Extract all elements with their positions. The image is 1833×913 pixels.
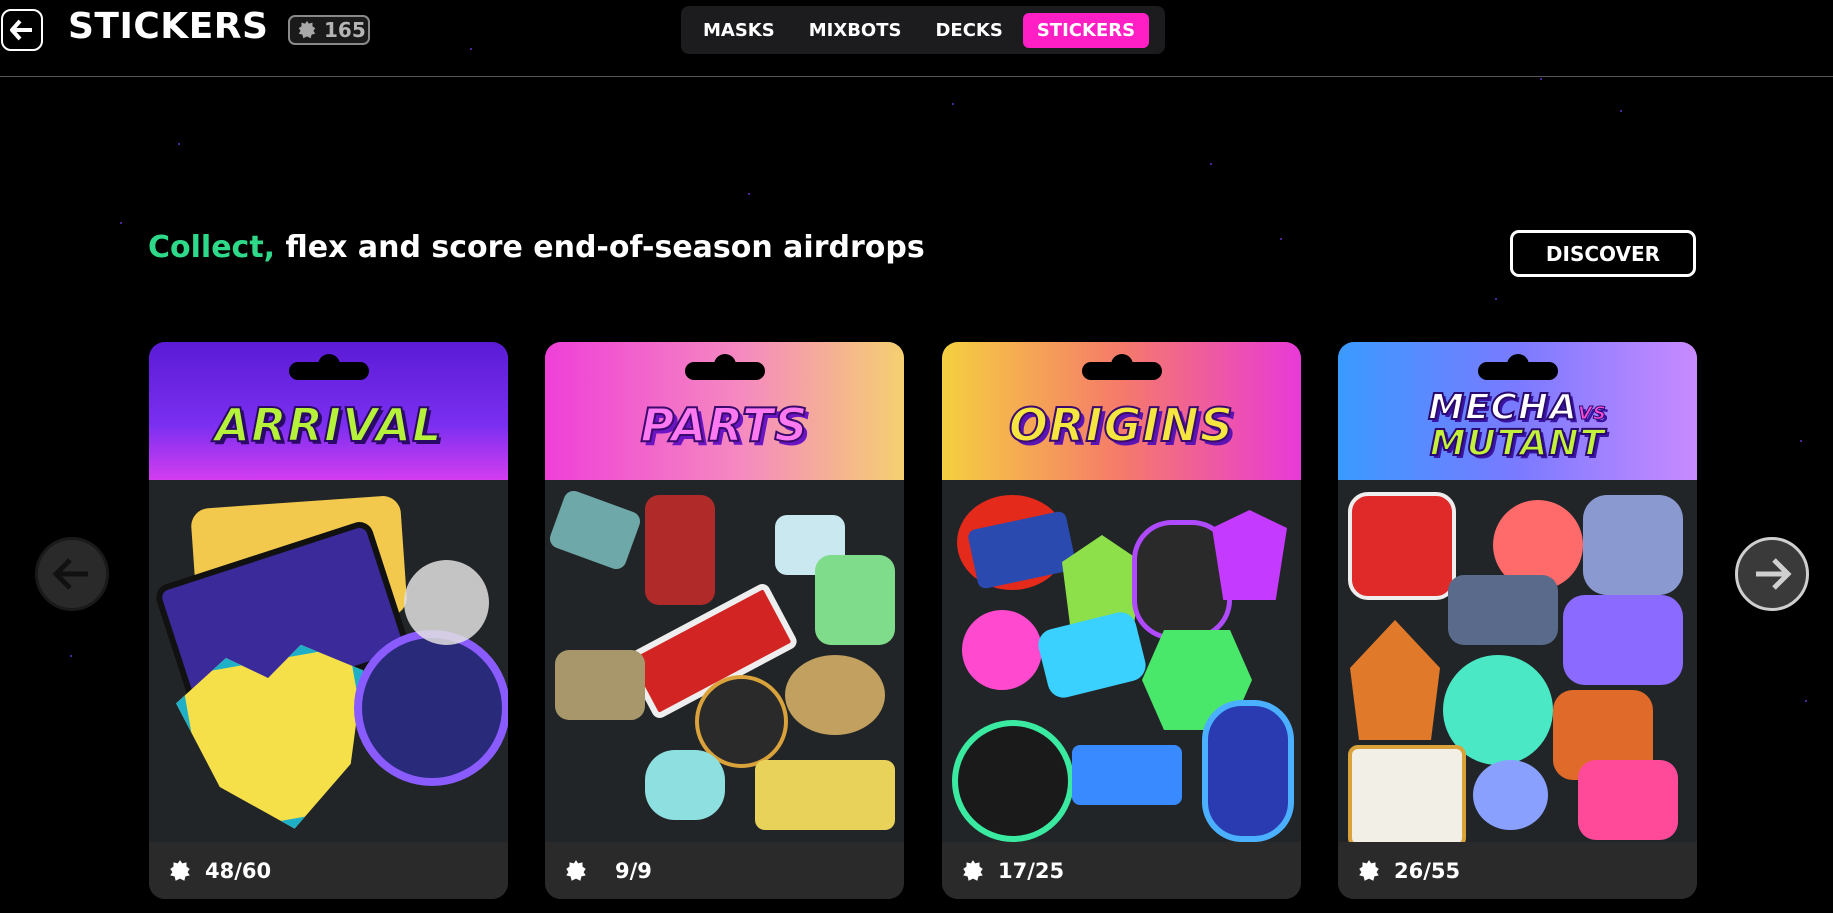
pack-artwork <box>1338 480 1697 842</box>
tab-stickers[interactable]: STICKERS <box>1022 12 1150 48</box>
pack-artwork <box>149 480 508 842</box>
headline-accent: Collect, <box>148 230 276 265</box>
hang-hole <box>684 362 765 380</box>
pack-title: ARRIVAL <box>214 398 443 452</box>
pack-footer: 48/60 <box>149 842 508 899</box>
hang-hole <box>1477 362 1558 380</box>
pack-title: ORIGINS <box>1008 398 1235 452</box>
hang-hole <box>288 362 369 380</box>
pack-count: 48/60 <box>205 858 272 883</box>
pack-card-mecha-vs-mutant[interactable]: MECHAVS MUTANT 26/55 <box>1338 342 1697 899</box>
pack-header: PARTS <box>545 342 904 480</box>
pack-card-parts[interactable]: PARTS 9/9 <box>545 342 904 899</box>
tab-decks[interactable]: DECKS <box>921 13 1016 48</box>
category-tabs: MASKS MIXBOTS DECKS STICKERS <box>681 6 1165 54</box>
pack-title-vs: VS <box>1577 403 1607 424</box>
tab-mixbots[interactable]: MIXBOTS <box>795 13 916 48</box>
pack-count: 17/25 <box>998 858 1065 883</box>
page-title: STICKERS <box>68 6 269 47</box>
pack-footer: 26/55 <box>1338 842 1697 899</box>
next-button[interactable] <box>1735 537 1809 611</box>
coin-counter: 165 <box>288 15 370 45</box>
pack-header: MECHAVS MUTANT <box>1338 342 1697 480</box>
top-bar: STICKERS 165 MASKS MIXBOTS DECKS STICKER… <box>0 0 1833 77</box>
tab-masks[interactable]: MASKS <box>689 13 789 48</box>
pack-header: ORIGINS <box>942 342 1301 480</box>
pack-title: MECHAVS MUTANT <box>1338 387 1697 464</box>
pack-title: PARTS <box>640 398 809 452</box>
prev-button[interactable] <box>35 537 109 611</box>
pack-count: 26/55 <box>1394 858 1461 883</box>
pack-title-line1: MECHA <box>1427 387 1578 428</box>
pack-card-origins[interactable]: ORIGINS 17/25 <box>942 342 1301 899</box>
pack-card-arrival[interactable]: ARRIVAL 48/60 <box>149 342 508 899</box>
counter-value: 165 <box>324 18 366 42</box>
arrow-left-icon <box>52 558 88 590</box>
back-button[interactable] <box>1 9 43 51</box>
arrow-right-icon <box>1756 558 1792 590</box>
hang-hole <box>1081 362 1162 380</box>
pack-footer: 17/25 <box>942 842 1301 899</box>
pack-artwork <box>942 480 1301 842</box>
gear-icon <box>1359 859 1379 881</box>
discover-button[interactable]: DISCOVER <box>1510 230 1696 277</box>
headline-text: flex and score end-of-season airdrops <box>275 230 925 265</box>
pack-count: 9/9 <box>615 858 652 883</box>
pack-footer: 9/9 <box>545 842 904 899</box>
section-headline: Collect, flex and score end-of-season ai… <box>148 230 925 265</box>
gear-icon <box>170 859 190 881</box>
pack-header: ARRIVAL <box>149 342 508 480</box>
gear-icon <box>566 859 586 881</box>
gear-icon <box>963 859 983 881</box>
pack-title-line2: MUTANT <box>1429 423 1606 464</box>
back-arrow-icon <box>10 19 32 41</box>
gear-icon <box>298 20 316 39</box>
pack-artwork <box>545 480 904 842</box>
